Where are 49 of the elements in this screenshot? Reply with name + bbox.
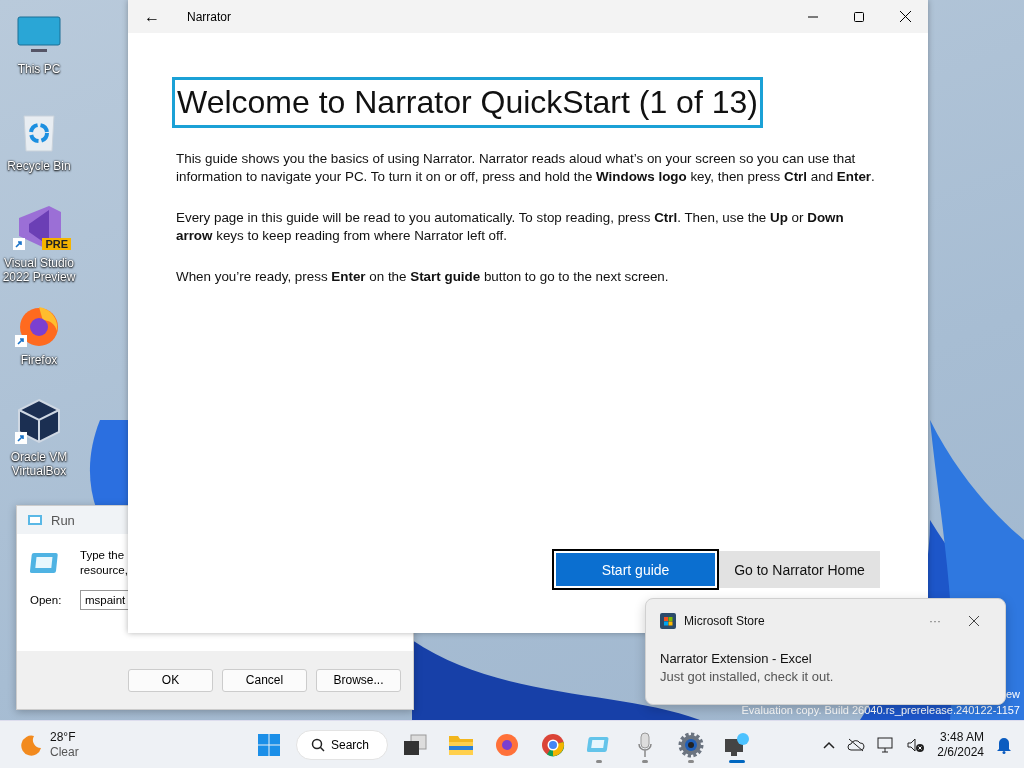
clock-date[interactable]: 2/6/2024 (937, 745, 984, 760)
dialog-button[interactable]: Cancel (222, 668, 307, 692)
search-icon (311, 738, 325, 752)
microphone-icon[interactable] (637, 732, 654, 758)
maximize-icon[interactable] (854, 11, 864, 22)
run-icon (27, 514, 43, 526)
start-guide-button[interactable]: Start guide (554, 551, 717, 588)
firefox-icon[interactable] (495, 733, 520, 757)
close-icon[interactable] (969, 616, 979, 626)
dialog-button[interactable]: OK (128, 668, 213, 692)
recycle-bin-icon (21, 113, 57, 153)
more-options-button[interactable]: ··· (917, 614, 953, 628)
start-icon[interactable] (258, 734, 280, 756)
notification-body: Just got installed, check it out. (660, 669, 835, 684)
task-view-icon[interactable] (403, 734, 428, 756)
watermark-text: ew (1005, 687, 1020, 702)
guide-paragraph: Every page in this guide will be read to you automatically. To stop reading, press Ctrl. Then, use the Up or Down arrow keys to keep reading from where Narrator left off. (176, 209, 845, 245)
cube-icon (17, 398, 61, 444)
close-icon[interactable] (899, 11, 911, 22)
window-title: Run (51, 512, 75, 528)
guide-paragraph: When you’re ready, press Enter on the Start guide button to go to the next screen. (176, 268, 670, 286)
chrome-icon[interactable] (541, 733, 566, 757)
guide-paragraph: This guide shows you the basics of using Narrator. Narrator reads aloud what’s on your screen so you can use that information to navigate your PC. To turn it on or off, press and hold the Windows logo key, then press Ctrl and Enter. (176, 150, 876, 186)
folder-icon[interactable] (448, 734, 475, 756)
clock-time[interactable]: 3:48 AM (939, 730, 984, 745)
watermark-text: Evaluation copy. Build 26040.rs_prerelease.240122-1157 (741, 703, 1020, 718)
weather-temperature: 28°F (50, 730, 77, 745)
back-button[interactable]: ← (128, 0, 176, 33)
notification-title: Narrator Extension - Excel (660, 651, 813, 666)
store-icon (660, 613, 676, 629)
settings-icon[interactable] (678, 732, 705, 758)
speaker-muted-icon[interactable] (907, 737, 926, 753)
chevron-up-icon[interactable] (823, 741, 836, 749)
page-heading: Welcome to Narrator QuickStart (1 of 13) (172, 77, 763, 128)
window-title: Narrator (186, 9, 232, 24)
open-label: Open: (30, 594, 60, 606)
notification-toast[interactable]: Microsoft Store ··· Narrator Extension - Excel Just got installed, check it out. (645, 598, 1006, 705)
run-description: resource, (80, 563, 128, 578)
narrator-icon[interactable] (724, 733, 751, 757)
notification-app: Microsoft Store (684, 614, 766, 628)
weather-condition: Clear (50, 745, 79, 760)
narrator-home-button[interactable]: Go to Narrator Home (719, 551, 880, 588)
dialog-button[interactable]: Browse... (316, 668, 401, 692)
run-description: Type the (80, 548, 126, 563)
cloud-icon[interactable] (847, 738, 866, 752)
run-icon (30, 552, 60, 574)
search-button[interactable]: Search (296, 730, 389, 760)
preview-badge: PRE (42, 238, 71, 250)
bell-icon[interactable] (996, 736, 1012, 754)
